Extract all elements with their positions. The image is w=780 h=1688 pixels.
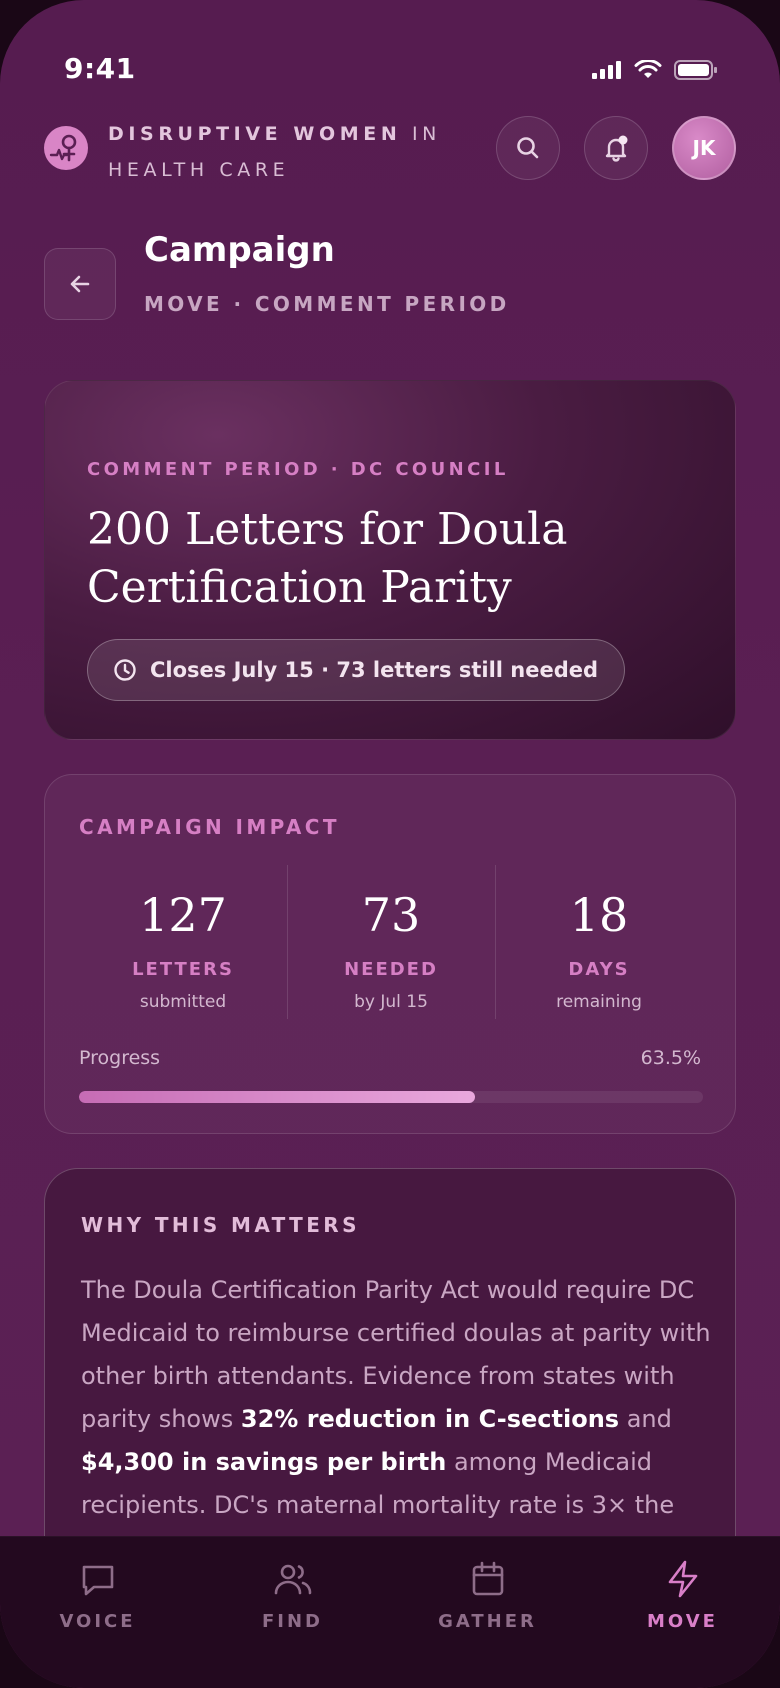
impact-label: CAMPAIGN IMPACT bbox=[79, 815, 340, 839]
avatar[interactable]: JK bbox=[672, 116, 736, 180]
clock-icon bbox=[114, 659, 136, 681]
stat-days: 18 DAYS remaining bbox=[495, 865, 703, 1021]
chat-bubble-icon bbox=[82, 1565, 113, 1596]
search-button[interactable] bbox=[496, 116, 560, 180]
stat-sub: by Jul 15 bbox=[354, 992, 428, 1012]
nav-item-voice[interactable]: VOICE bbox=[0, 1537, 195, 1688]
why-label: WHY THIS MATTERS bbox=[81, 1213, 360, 1237]
brand-name-in: IN bbox=[401, 123, 441, 145]
progress-label: Progress bbox=[79, 1047, 161, 1069]
logo-mark-icon bbox=[49, 134, 77, 162]
nav-item-gather[interactable]: GATHER bbox=[390, 1537, 585, 1688]
stat-value: 18 bbox=[569, 888, 629, 942]
status-time: 9:41 bbox=[64, 52, 136, 85]
campaign-impact-card: CAMPAIGN IMPACT 127 LETTERS submitted 73… bbox=[44, 774, 736, 1134]
stat-value: 73 bbox=[361, 888, 421, 942]
page-title: Campaign bbox=[144, 230, 335, 270]
brand-name-bold: DISRUPTIVE WOMEN bbox=[108, 123, 402, 145]
why-text-2: and bbox=[619, 1405, 672, 1433]
stat-caption: DAYS bbox=[568, 959, 630, 980]
wifi-icon bbox=[634, 60, 662, 78]
progress-fill bbox=[79, 1091, 476, 1103]
stat-caption: NEEDED bbox=[344, 959, 438, 980]
people-icon bbox=[274, 1564, 311, 1595]
nav-label: MOVE bbox=[647, 1611, 718, 1632]
arrow-left-icon bbox=[70, 275, 90, 293]
stat-sub: submitted bbox=[139, 992, 227, 1012]
brand-name: DISRUPTIVE WOMEN IN HEALTH CARE bbox=[108, 116, 441, 188]
hero-title: 200 Letters for Doula Certification Pari… bbox=[87, 504, 568, 613]
page-subtitle: MOVE · COMMENT PERIOD bbox=[144, 292, 510, 316]
signal-icon bbox=[592, 61, 621, 79]
nav-label: VOICE bbox=[59, 1611, 136, 1632]
deadline-pill: Closes July 15 · 73 letters still needed bbox=[87, 639, 626, 701]
nav-item-find[interactable]: FIND bbox=[195, 1537, 390, 1688]
back-button[interactable] bbox=[44, 248, 116, 320]
notifications-button[interactable] bbox=[584, 116, 648, 180]
lightning-icon bbox=[668, 1560, 697, 1598]
stat-value: 127 bbox=[139, 888, 227, 942]
nav-label: GATHER bbox=[438, 1611, 537, 1632]
nav-label: FIND bbox=[262, 1611, 323, 1632]
progress-value: 63.5% bbox=[640, 1047, 701, 1069]
app-header: DISRUPTIVE WOMEN IN HEALTH CARE JK bbox=[44, 112, 736, 184]
status-bar: 9:41 bbox=[0, 52, 780, 92]
progress-bar bbox=[79, 1091, 703, 1103]
why-body: The Doula Certification Parity Act would… bbox=[81, 1269, 711, 1527]
brand-logo[interactable] bbox=[44, 126, 88, 170]
search-icon bbox=[517, 137, 539, 159]
campaign-hero-card[interactable]: COMMENT PERIOD · DC COUNCIL 200 Letters … bbox=[44, 380, 736, 740]
impact-stats: 127 LETTERS submitted 73 NEEDED by Jul 1… bbox=[79, 865, 703, 1021]
stat-needed: 73 NEEDED by Jul 15 bbox=[287, 865, 495, 1021]
calendar-icon bbox=[472, 1561, 503, 1596]
status-icons bbox=[592, 60, 718, 80]
battery-icon bbox=[674, 60, 717, 80]
brand-name-line2: HEALTH CARE bbox=[108, 159, 290, 181]
stat-letters: 127 LETTERS submitted bbox=[79, 865, 287, 1021]
bottom-nav: VOICE FIND GATHER MOVE bbox=[0, 1536, 780, 1688]
stat-sub: remaining bbox=[556, 992, 642, 1012]
deadline-text: Closes July 15 · 73 letters still needed bbox=[150, 658, 599, 682]
hero-kicker: COMMENT PERIOD · DC COUNCIL bbox=[87, 459, 509, 480]
nav-item-move[interactable]: MOVE bbox=[585, 1537, 780, 1688]
app-screen: 9:41 DISRUPTIVE WOMEN IN HEALTH CARE JK … bbox=[0, 0, 780, 1688]
bell-icon bbox=[605, 135, 628, 162]
why-highlight-savings: $4,300 in savings per birth bbox=[81, 1448, 447, 1476]
why-highlight-csections: 32% reduction in C-sections bbox=[240, 1405, 620, 1433]
stat-caption: LETTERS bbox=[132, 959, 234, 980]
